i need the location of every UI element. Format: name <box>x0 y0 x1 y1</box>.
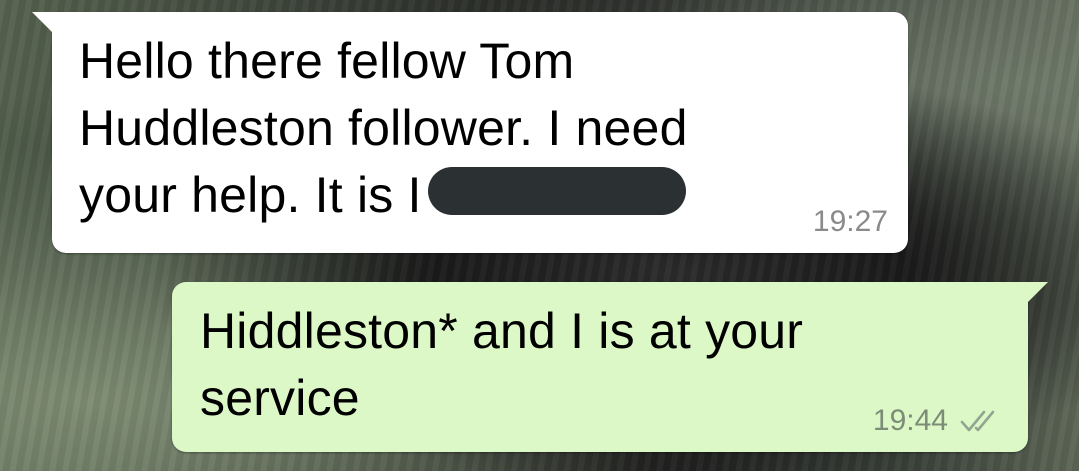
incoming-message-bubble[interactable]: Hello there fellow Tom Huddleston follow… <box>32 12 908 253</box>
redaction-bar <box>427 166 686 215</box>
outgoing-bubble-tail <box>1026 282 1048 304</box>
outgoing-message-text: Hiddleston* and I is at your service <box>200 298 803 432</box>
outgoing-message-bubble[interactable]: Hiddleston* and I is at your service 19:… <box>172 282 1048 452</box>
outgoing-message-meta: 19:44 <box>873 404 1006 438</box>
outgoing-message-line: service <box>200 370 360 426</box>
incoming-message-line: Hello there fellow Tom <box>79 33 575 89</box>
incoming-message-line-text: your help. It is I <box>79 167 422 223</box>
outgoing-message-line: Hiddleston* and I is at your <box>200 303 804 359</box>
incoming-message-line: Huddleston follower. I need <box>79 100 688 156</box>
incoming-message-time: 19:27 <box>812 205 888 238</box>
outgoing-message-time: 19:44 <box>872 404 948 437</box>
double-check-icon <box>958 406 1006 436</box>
incoming-bubble-tail <box>32 12 54 34</box>
incoming-message-text: Hello there fellow Tom Huddleston follow… <box>79 28 688 229</box>
incoming-message-line: your help. It is I <box>79 162 688 229</box>
incoming-message-meta: 19:27 <box>813 205 888 239</box>
